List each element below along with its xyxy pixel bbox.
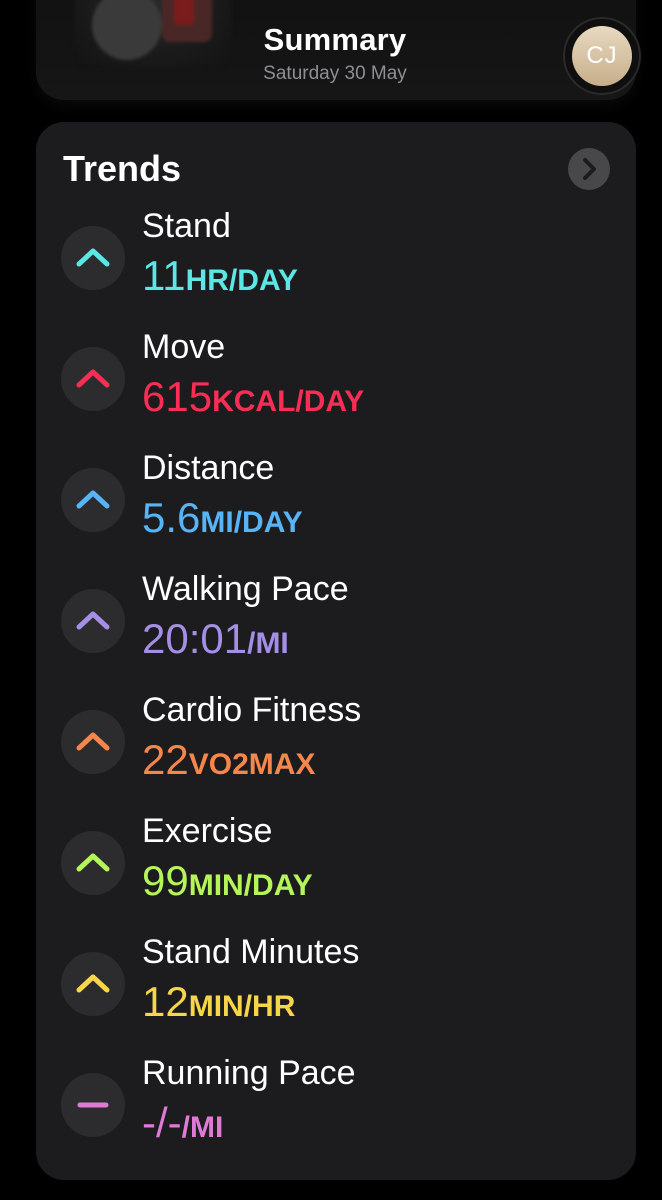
trend-indicator [61, 347, 125, 411]
trend-row[interactable]: Exercise 99MIN/DAY [61, 812, 621, 937]
trend-label: Stand [142, 207, 231, 245]
trend-value-unit: HR/DAY [185, 264, 298, 297]
trend-indicator [61, 952, 125, 1016]
trend-indicator [61, 831, 125, 895]
trend-value: 5.6MI/DAY [142, 494, 303, 542]
trend-value-number: 99 [142, 857, 189, 904]
dash-icon [77, 1102, 109, 1108]
trend-value-unit: KCAL/DAY [212, 385, 365, 418]
trend-label: Cardio Fitness [142, 691, 362, 729]
trend-value: -/-/MI [142, 1099, 223, 1147]
chevron-up-icon [76, 490, 110, 509]
trend-value: 11HR/DAY [142, 252, 298, 300]
chevron-up-icon [76, 853, 110, 872]
trends-more-button[interactable] [568, 148, 610, 190]
trend-value-number: 615 [142, 373, 213, 420]
profile-button[interactable]: CJ [563, 17, 641, 95]
trend-indicator [61, 589, 125, 653]
trend-value-unit: /MI [247, 627, 289, 660]
avatar: CJ [572, 26, 632, 86]
trend-value: 99MIN/DAY [142, 857, 313, 905]
chevron-right-icon [583, 158, 596, 180]
trend-value-unit: MI/DAY [200, 506, 303, 539]
trend-value: 615KCAL/DAY [142, 373, 364, 421]
trend-row[interactable]: Move 615KCAL/DAY [61, 328, 621, 453]
trend-value-number: 22 [142, 736, 189, 783]
trend-value-unit: MIN/DAY [188, 869, 313, 902]
trend-row[interactable]: Cardio Fitness 22VO2MAX [61, 691, 621, 816]
trend-label: Running Pace [142, 1054, 356, 1092]
trend-indicator [61, 710, 125, 774]
trend-row[interactable]: Stand 11HR/DAY [61, 207, 621, 332]
chevron-up-icon [76, 369, 110, 388]
chevron-up-icon [76, 248, 110, 267]
trend-label: Exercise [142, 812, 273, 850]
trends-title: Trends [63, 148, 182, 189]
trend-value: 20:01/MI [142, 615, 289, 663]
chevron-up-icon [76, 611, 110, 630]
trend-value: 22VO2MAX [142, 736, 315, 784]
trend-indicator [61, 468, 125, 532]
trend-value-number: 20:01 [142, 615, 248, 662]
trend-row[interactable]: Walking Pace 20:01/MI [61, 570, 621, 695]
trend-label: Distance [142, 449, 275, 487]
chevron-up-icon [76, 974, 110, 993]
trend-value-unit: MIN/HR [188, 990, 296, 1023]
trend-value-number: -/- [142, 1099, 182, 1146]
trend-indicator [61, 1073, 125, 1137]
trend-value: 12MIN/HR [142, 978, 295, 1026]
trend-indicator [61, 226, 125, 290]
trend-row[interactable]: Running Pace -/-/MI [61, 1054, 621, 1179]
trends-card[interactable]: Trends Stand 11HR/DAY Move 615KCAL/DAY Dista… [36, 122, 636, 1180]
trend-value-number: 11 [142, 252, 186, 299]
trend-value-number: 5.6 [142, 494, 201, 541]
trend-label: Move [142, 328, 226, 366]
trend-label: Stand Minutes [142, 933, 360, 971]
trend-row[interactable]: Stand Minutes 12MIN/HR [61, 933, 621, 1058]
trend-value-number: 12 [142, 978, 189, 1025]
trend-label: Walking Pace [142, 570, 349, 608]
page-date: Saturday 30 May [263, 63, 407, 84]
trend-row[interactable]: Distance 5.6MI/DAY [61, 449, 621, 574]
chevron-up-icon [76, 732, 110, 751]
trend-value-unit: VO2MAX [188, 748, 316, 781]
trend-value-unit: /MI [181, 1111, 224, 1144]
